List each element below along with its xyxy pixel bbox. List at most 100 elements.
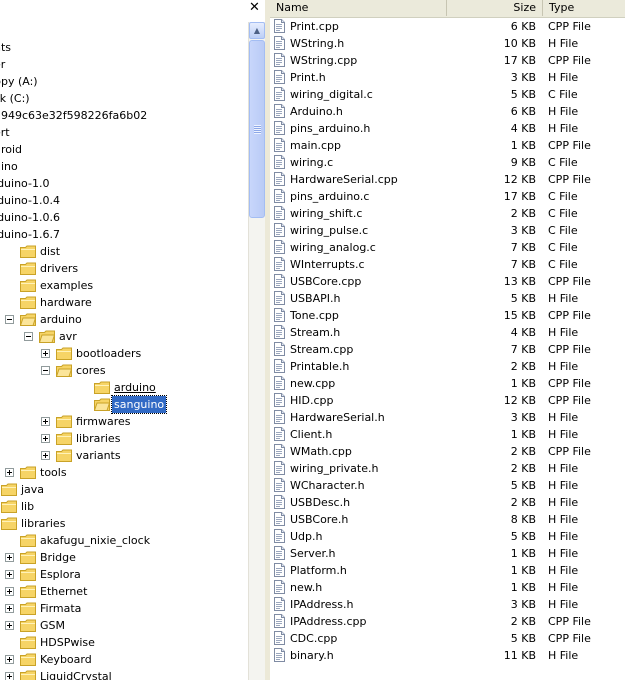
file-row[interactable]: Printable.h 2 KB H File (270, 358, 625, 375)
tree-node-label[interactable]: Ethernet (38, 583, 89, 600)
tree-node[interactable]: Bridge (0, 549, 248, 566)
tree-node-label[interactable]: variants (74, 447, 123, 464)
tree-node[interactable]: ert (0, 124, 248, 141)
file-row[interactable]: USBCore.h 8 KB H File (270, 511, 625, 528)
tree-node-label[interactable]: arduino-1.0.6 (0, 209, 62, 226)
tree-node-label[interactable]: examples (38, 277, 95, 294)
tree-node[interactable]: GSM (0, 617, 248, 634)
expand-plus-icon[interactable] (5, 468, 14, 477)
tree-node-label[interactable]: nts (0, 39, 13, 56)
tree-node-label[interactable]: droid (0, 141, 24, 158)
tree-node[interactable]: er (0, 56, 248, 73)
file-row[interactable]: Print.h 3 KB H File (270, 69, 625, 86)
tree-node[interactable]: cores (0, 362, 248, 379)
file-row[interactable]: wiring_private.h 2 KB H File (270, 460, 625, 477)
file-row[interactable]: USBAPI.h 5 KB H File (270, 290, 625, 307)
close-icon[interactable]: ✕ (247, 0, 262, 15)
file-row[interactable]: USBDesc.h 2 KB H File (270, 494, 625, 511)
file-row[interactable]: wiring_shift.c 2 KB C File (270, 205, 625, 222)
tree-node-label[interactable]: java (19, 481, 46, 498)
collapse-minus-icon[interactable] (24, 332, 33, 341)
tree-node-label[interactable]: bootloaders (74, 345, 143, 362)
tree-node-label[interactable]: arduino (112, 379, 158, 396)
file-row[interactable]: Print.cpp 6 KB CPP File (270, 18, 625, 35)
tree-node[interactable]: ppy (A:) (0, 73, 248, 90)
tree-node-label[interactable]: arduino-1.0.4 (0, 192, 62, 209)
tree-node[interactable]: dist (0, 243, 248, 260)
tree-node[interactable]: sanguino (0, 395, 248, 414)
scroll-up-arrow-icon[interactable]: ▲ (249, 22, 265, 39)
tree-node-label[interactable]: libraries (74, 430, 122, 447)
file-row[interactable]: WInterrupts.c 7 KB C File (270, 256, 625, 273)
file-row[interactable]: wiring_digital.c 5 KB C File (270, 86, 625, 103)
expand-plus-icon[interactable] (41, 434, 50, 443)
scrollbar-thumb[interactable] (249, 40, 265, 218)
tree-node-label[interactable]: arduino-1.0 (0, 175, 51, 192)
tree-node[interactable]: variants (0, 447, 248, 464)
tree-node[interactable]: LiquidCrystal (0, 668, 248, 680)
tree-node-label[interactable]: GSM (38, 617, 67, 634)
tree-node-label[interactable]: cores (74, 362, 108, 379)
tree-node[interactable]: arduino-1.6.7 (0, 226, 248, 243)
tree-node-label[interactable]: HDSPwise (38, 634, 97, 651)
column-header-size[interactable]: Size (447, 0, 543, 16)
tree-node[interactable]: uino (0, 158, 248, 175)
tree-node-label[interactable]: tools (38, 464, 69, 481)
expand-plus-icon[interactable] (5, 553, 14, 562)
tree-node[interactable]: hardware (0, 294, 248, 311)
tree-node-label[interactable]: arduino (38, 311, 84, 328)
file-row[interactable]: HardwareSerial.h 3 KB H File (270, 409, 625, 426)
file-row[interactable]: Arduino.h 6 KB H File (270, 103, 625, 120)
expand-plus-icon[interactable] (41, 417, 50, 426)
tree-node[interactable]: Esplora (0, 566, 248, 583)
collapse-minus-icon[interactable] (5, 315, 14, 324)
tree-node-label[interactable]: sanguino (110, 395, 168, 414)
tree-node[interactable]: firmwares (0, 413, 248, 430)
expand-plus-icon[interactable] (5, 604, 14, 613)
tree-node-label[interactable]: drivers (38, 260, 80, 277)
tree-node[interactable]: nts (0, 39, 248, 56)
tree-node[interactable]: Firmata (0, 600, 248, 617)
tree-node[interactable]: libraries (0, 430, 248, 447)
tree-node[interactable]: arduino-1.0.4 (0, 192, 248, 209)
tree-node-label[interactable]: Esplora (38, 566, 83, 583)
tree-node-label[interactable]: sk (C:) (0, 90, 32, 107)
tree-node-label[interactable]: uino (0, 158, 20, 175)
file-row[interactable]: pins_arduino.c 17 KB C File (270, 188, 625, 205)
expand-plus-icon[interactable] (5, 621, 14, 630)
file-row[interactable]: Client.h 1 KB H File (270, 426, 625, 443)
file-row[interactable]: IPAddress.cpp 2 KB CPP File (270, 613, 625, 630)
tree-node[interactable]: droid (0, 141, 248, 158)
file-row[interactable]: WMath.cpp 2 KB CPP File (270, 443, 625, 460)
tree-node[interactable]: Keyboard (0, 651, 248, 668)
expand-plus-icon[interactable] (5, 570, 14, 579)
tree-node[interactable]: tools (0, 464, 248, 481)
tree-node[interactable]: akafugu_nixie_clock (0, 532, 248, 549)
file-row[interactable]: WString.h 10 KB H File (270, 35, 625, 52)
file-row[interactable]: binary.h 11 KB H File (270, 647, 625, 664)
tree-node[interactable]: arduino-1.0 (0, 175, 248, 192)
column-header-type[interactable]: Type (543, 0, 625, 16)
file-row[interactable]: wiring_analog.c 7 KB C File (270, 239, 625, 256)
tree-node-label[interactable]: hardware (38, 294, 94, 311)
tree-node[interactable]: avr (0, 328, 248, 345)
tree-vertical-scrollbar[interactable]: ▲ (248, 22, 265, 680)
tree-node-label[interactable]: LiquidCrystal (38, 668, 114, 680)
file-row[interactable]: pins_arduino.h 4 KB H File (270, 120, 625, 137)
tree-node[interactable]: bootloaders (0, 345, 248, 362)
tree-node-label[interactable]: ppy (A:) (0, 73, 40, 90)
tree-node-label[interactable]: lib (19, 498, 36, 515)
collapse-minus-icon[interactable] (41, 366, 50, 375)
tree-node[interactable]: arduino (0, 379, 248, 396)
file-row[interactable]: Stream.cpp 7 KB CPP File (270, 341, 625, 358)
expand-plus-icon[interactable] (5, 672, 14, 680)
tree-node-label[interactable]: avr (57, 328, 79, 345)
file-row[interactable]: new.h 1 KB H File (270, 579, 625, 596)
tree-node[interactable]: java (0, 481, 248, 498)
tree-node-label[interactable]: er (0, 56, 7, 73)
file-row[interactable]: new.cpp 1 KB CPP File (270, 375, 625, 392)
tree-node-label[interactable]: dist (38, 243, 62, 260)
file-row[interactable]: Stream.h 4 KB H File (270, 324, 625, 341)
tree-node-label[interactable]: Bridge (38, 549, 78, 566)
file-row[interactable]: main.cpp 1 KB CPP File (270, 137, 625, 154)
